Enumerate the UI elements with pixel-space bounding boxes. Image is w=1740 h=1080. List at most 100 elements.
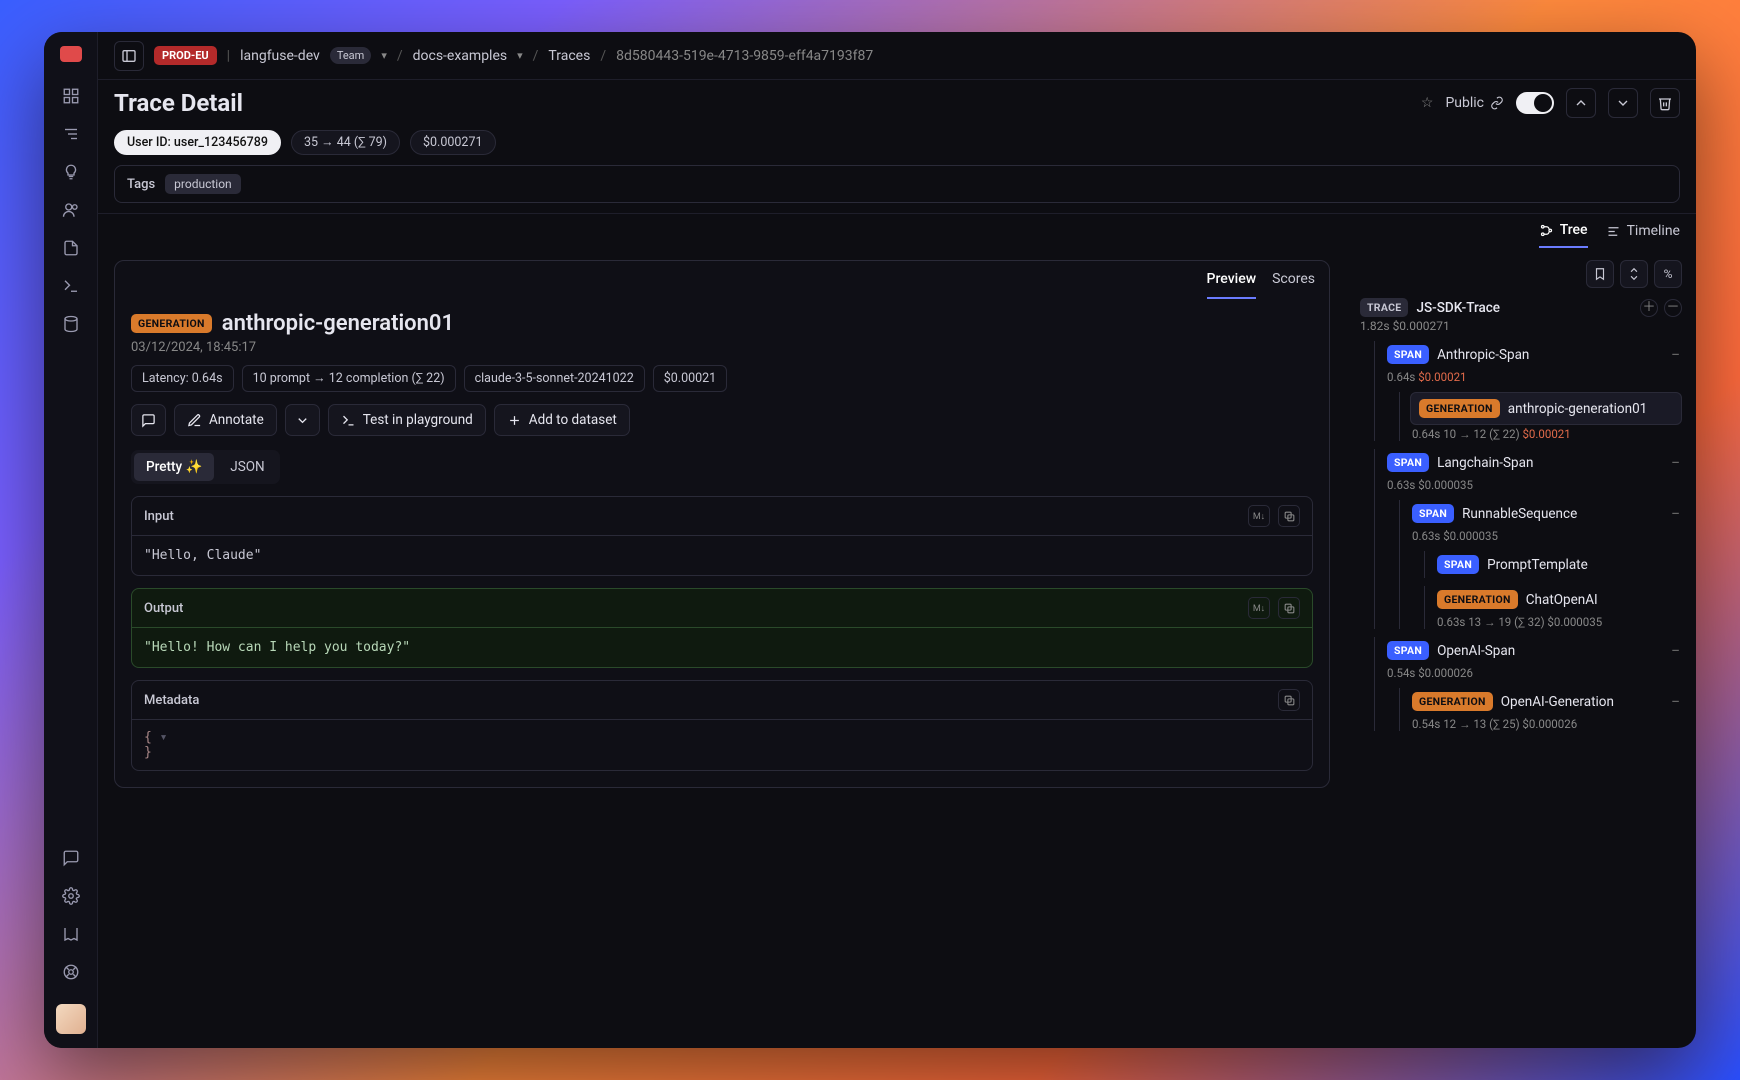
node-name: Anthropic-Span xyxy=(1437,347,1529,363)
public-label: Public xyxy=(1445,95,1504,111)
database-icon[interactable] xyxy=(61,314,81,334)
add-icon[interactable]: ＋ xyxy=(1640,299,1658,317)
generation-name: anthropic-generation01 xyxy=(222,311,454,336)
percent-icon[interactable]: % xyxy=(1654,260,1682,288)
output-block: Output M↓ "Hello! How can I help you tod… xyxy=(131,588,1313,668)
star-icon[interactable]: ☆ xyxy=(1421,95,1434,111)
tab-preview[interactable]: Preview xyxy=(1207,271,1257,299)
metadata-text: { ▾} xyxy=(132,720,1312,770)
env-badge: PROD-EU xyxy=(154,46,217,65)
fmt-pretty[interactable]: Pretty ✨ xyxy=(134,453,214,481)
collapse-node-icon[interactable]: − xyxy=(1671,347,1680,363)
logo xyxy=(60,46,82,62)
output-text: "Hello! How can I help you today?" xyxy=(132,628,1312,667)
header: Trace Detail ☆ Public User ID: user_1234… xyxy=(98,80,1696,214)
insights-icon[interactable] xyxy=(61,162,81,182)
trace-badge: TRACE xyxy=(1360,298,1408,317)
model-pill: claude-3-5-sonnet-20241022 xyxy=(464,365,645,392)
collapse-node-icon[interactable]: − xyxy=(1671,455,1680,471)
prompts-icon[interactable] xyxy=(61,276,81,296)
docs-icon[interactable] xyxy=(61,924,81,944)
fmt-json[interactable]: JSON xyxy=(218,453,276,481)
node-sub: 0.63s $0.000035 xyxy=(1410,529,1682,543)
tree-node[interactable]: GENERATIONOpenAI-Generation−0.54s 12 → 1… xyxy=(1410,688,1682,731)
node-badge: SPAN xyxy=(1412,504,1454,523)
support-icon[interactable] xyxy=(61,962,81,982)
node-badge: SPAN xyxy=(1437,555,1479,574)
tag-chip[interactable]: production xyxy=(165,174,241,194)
input-block: Input M↓ "Hello, Claude" xyxy=(131,496,1313,576)
collapse-node-icon[interactable]: − xyxy=(1671,643,1680,659)
prev-button[interactable] xyxy=(1566,88,1596,118)
tree-pane: % TRACE JS-SDK-Trace ＋ － 1.82s $0.000271… xyxy=(1346,248,1696,1048)
dashboard-icon[interactable] xyxy=(61,86,81,106)
user-id-chip[interactable]: User ID: user_123456789 xyxy=(114,130,281,155)
delete-button[interactable] xyxy=(1650,88,1680,118)
collapse-node-icon[interactable]: − xyxy=(1671,694,1680,710)
tab-timeline[interactable]: Timeline xyxy=(1606,222,1680,248)
sidebar-toggle-icon[interactable] xyxy=(114,41,144,71)
node-badge: SPAN xyxy=(1387,453,1429,472)
generation-date: 03/12/2024, 18:45:17 xyxy=(131,340,1313,355)
tree-node[interactable]: SPANAnthropic-Span−0.64s $0.00021 xyxy=(1385,341,1682,384)
tree-node[interactable]: GENERATIONanthropic-generation010.64s 10… xyxy=(1410,392,1682,441)
copy-icon[interactable] xyxy=(1278,597,1300,619)
breadcrumb-folder[interactable]: docs-examples xyxy=(413,48,507,64)
tree-node[interactable]: SPANOpenAI-Span−0.54s $0.000026 xyxy=(1385,637,1682,680)
datasets-icon[interactable] xyxy=(61,238,81,258)
tab-tree[interactable]: Tree xyxy=(1539,222,1588,248)
annotate-button[interactable]: Annotate xyxy=(174,404,277,436)
node-badge: GENERATION xyxy=(1412,692,1493,711)
node-name: ChatOpenAI xyxy=(1526,592,1598,608)
metadata-block: Metadata { ▾} xyxy=(131,680,1313,771)
node-name: OpenAI-Span xyxy=(1437,643,1515,659)
tree-node[interactable]: SPANPromptTemplate xyxy=(1435,551,1682,578)
feedback-icon[interactable] xyxy=(61,848,81,868)
annotate-more-button[interactable] xyxy=(285,404,320,436)
tree-node[interactable]: SPANLangchain-Span−0.63s $0.000035 xyxy=(1385,449,1682,492)
node-badge: GENERATION xyxy=(1437,590,1518,609)
add-dataset-button[interactable]: Add to dataset xyxy=(494,404,630,436)
tree-node[interactable]: GENERATIONChatOpenAI0.63s 13 → 19 (∑ 32)… xyxy=(1435,586,1682,629)
detail-card: Preview Scores GENERATION anthropic-gene… xyxy=(114,260,1330,788)
node-sub: 0.54s 12 → 13 (∑ 25) $0.000026 xyxy=(1410,717,1682,731)
tokens-pill: 10 prompt → 12 completion (∑ 22) xyxy=(242,365,456,392)
trace-name[interactable]: JS-SDK-Trace xyxy=(1416,300,1500,316)
collapse-icon[interactable] xyxy=(1620,260,1648,288)
next-button[interactable] xyxy=(1608,88,1638,118)
remove-icon[interactable]: － xyxy=(1664,299,1682,317)
copy-icon[interactable] xyxy=(1278,505,1300,527)
type-badge: GENERATION xyxy=(131,314,212,333)
settings-icon[interactable] xyxy=(61,886,81,906)
avatar[interactable] xyxy=(56,1004,86,1034)
bookmark-icon[interactable] xyxy=(1586,260,1614,288)
markdown-icon[interactable]: M↓ xyxy=(1248,597,1270,619)
public-toggle[interactable] xyxy=(1516,92,1554,114)
chevron-down-icon[interactable]: ▾ xyxy=(517,49,523,62)
comment-button[interactable] xyxy=(131,404,166,436)
link-icon xyxy=(1490,96,1504,110)
cost-pill: $0.00021 xyxy=(653,365,727,392)
topbar: PROD-EU | langfuse-dev Team ▾ / docs-exa… xyxy=(98,32,1696,80)
collapse-node-icon[interactable]: − xyxy=(1671,506,1680,522)
tags-row: Tags production xyxy=(114,165,1680,203)
breadcrumb-project[interactable]: langfuse-dev xyxy=(240,48,320,64)
side-rail xyxy=(44,32,98,1048)
node-sub: 0.54s $0.000026 xyxy=(1385,666,1682,680)
tab-scores[interactable]: Scores xyxy=(1272,271,1315,299)
node-sub: 0.63s $0.000035 xyxy=(1385,478,1682,492)
copy-icon[interactable] xyxy=(1278,689,1300,711)
playground-button[interactable]: Test in playground xyxy=(328,404,486,436)
tree-node[interactable]: SPAN RunnableSequence − 0.63s $0.000035 xyxy=(1410,500,1682,543)
node-name: RunnableSequence xyxy=(1462,506,1577,522)
breadcrumb-trace-id: 8d580443-519e-4713-9859-eff4a7193f87 xyxy=(616,48,873,64)
markdown-icon[interactable]: M↓ xyxy=(1248,505,1270,527)
node-badge: SPAN xyxy=(1387,345,1429,364)
breadcrumb-section[interactable]: Traces xyxy=(548,48,590,64)
view-tabs: Tree Timeline xyxy=(98,214,1696,248)
users-icon[interactable] xyxy=(61,200,81,220)
chevron-down-icon[interactable]: ▾ xyxy=(381,49,387,62)
node-badge: GENERATION xyxy=(1419,399,1500,418)
input-text: "Hello, Claude" xyxy=(132,536,1312,575)
traces-icon[interactable] xyxy=(61,124,81,144)
